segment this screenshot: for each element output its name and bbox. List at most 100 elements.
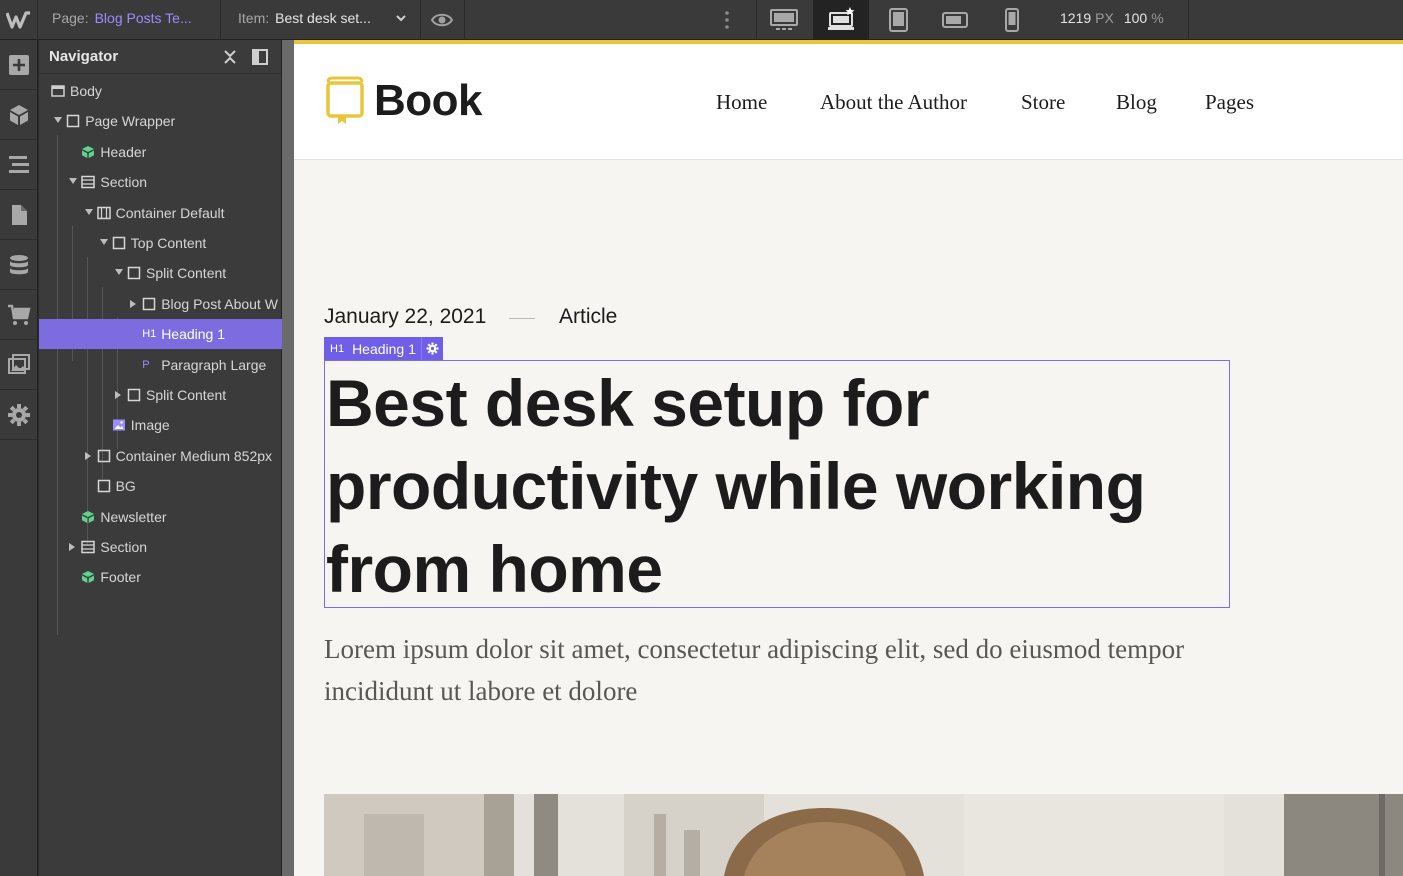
caret-down-icon[interactable] xyxy=(69,178,78,185)
pages-panel-button[interactable] xyxy=(0,190,38,240)
navigator-node-container-default[interactable]: Container Default xyxy=(39,198,282,228)
navigator-node-split-content[interactable]: Split Content xyxy=(39,380,282,410)
designer-topbar: Page: Blog Posts Te... Item: Best desk set… xyxy=(0,0,1403,40)
navigator-node-label: Blog Post About W xyxy=(161,295,278,312)
add-icon xyxy=(9,54,29,75)
div-element-icon xyxy=(97,479,110,493)
chevron-down-icon[interactable] xyxy=(394,11,408,25)
navigator-node-label: Split Content xyxy=(146,387,227,403)
navigator-node-image[interactable]: Image xyxy=(39,410,282,440)
navigator-node-paragraph-large[interactable]: P Paragraph Large xyxy=(39,350,282,380)
navigator-header: Navigator xyxy=(39,40,281,74)
symbol-element-icon xyxy=(82,510,95,523)
divider xyxy=(420,0,421,40)
caret-down-icon[interactable] xyxy=(54,117,63,124)
selected-element-tag[interactable]: H1 Heading 1 xyxy=(324,337,422,360)
navigator-node-body[interactable]: Body xyxy=(39,76,282,106)
menu-item-blog[interactable]: Blog xyxy=(1116,90,1157,115)
navigator-node-newsletter[interactable]: Newsletter xyxy=(39,502,282,532)
navigator-node-label: Image xyxy=(130,417,170,434)
menu-item-about-the-author[interactable]: About the Author xyxy=(820,90,967,115)
cms-item-label: Item: xyxy=(238,10,270,26)
cms-item-selector[interactable]: Item: Best desk set... xyxy=(238,10,371,26)
body-element-icon xyxy=(51,85,65,97)
breakpoint-mobile-landscape[interactable] xyxy=(927,0,983,40)
webflow-logo[interactable] xyxy=(0,0,38,40)
cms-panel-button[interactable] xyxy=(0,240,38,290)
more-vertical-icon[interactable] xyxy=(720,8,734,32)
navigator-node-blog-post-about-w[interactable]: Blog Post About W xyxy=(39,289,282,319)
collapse-all-icon[interactable] xyxy=(223,49,237,65)
breakpoint-tablet[interactable] xyxy=(870,0,926,40)
components-panel-button[interactable] xyxy=(0,90,38,140)
navigator-node-label: Section xyxy=(100,539,148,555)
symbol-element-icon xyxy=(82,145,95,158)
navigator-node-container-medium-852px[interactable]: Container Medium 852px xyxy=(39,441,282,471)
page-selector-value: Blog Posts Te... xyxy=(94,10,192,26)
dock-panel-icon[interactable] xyxy=(252,49,268,65)
navigator-scrollbar[interactable] xyxy=(282,40,294,876)
post-lead-paragraph[interactable]: Lorem ipsum dolor sit amet, consectetur … xyxy=(324,628,1204,712)
div-element-icon xyxy=(127,388,141,402)
navigator-node-header[interactable]: Header xyxy=(39,137,282,167)
navigator-node-label: Page Wrapper xyxy=(85,113,176,130)
page-selector[interactable]: Page: Blog Posts Te... xyxy=(52,10,192,26)
add-panel-button[interactable] xyxy=(0,40,38,90)
navigator-node-label: Container Medium 852px xyxy=(115,447,273,464)
settings-panel-button[interactable] xyxy=(0,390,38,440)
div-element-icon xyxy=(97,449,110,463)
assets-panel-button[interactable] xyxy=(0,340,38,390)
navigator-panel-button[interactable] xyxy=(0,140,38,190)
navigator-node-top-content[interactable]: Top Content xyxy=(39,228,282,258)
navigator-node-label: Container Default xyxy=(115,204,225,221)
tablet-icon xyxy=(889,8,908,32)
caret-right-icon[interactable] xyxy=(84,451,91,460)
navigator-icon xyxy=(9,155,29,173)
navigator-node-section[interactable]: Section xyxy=(39,167,282,197)
navigator-node-bg[interactable]: BG xyxy=(39,471,282,501)
shopping-cart-icon xyxy=(8,304,31,325)
symbol-element-icon xyxy=(82,571,95,584)
navigator-node-heading-1[interactable]: H1 Heading 1 xyxy=(39,319,282,350)
site-header[interactable]: Book Home About the Author Store Blog Pa… xyxy=(294,44,1403,160)
menu-item-home[interactable]: Home xyxy=(716,90,767,115)
navigator-node-section[interactable]: Section xyxy=(39,532,282,562)
navigator-node-page-wrapper[interactable]: Page Wrapper xyxy=(39,106,282,136)
navigator-node-label: Footer xyxy=(100,569,141,586)
components-icon xyxy=(10,104,28,125)
post-hero-image[interactable] xyxy=(324,794,1403,876)
hero-photo-graphic xyxy=(324,794,1403,876)
navigator-node-label: Section xyxy=(100,174,148,191)
caret-down-icon[interactable] xyxy=(84,208,93,215)
div-element-icon xyxy=(66,115,80,128)
caret-right-icon[interactable] xyxy=(69,543,76,551)
caret-down-icon[interactable] xyxy=(99,239,108,245)
brand-logo[interactable]: Book xyxy=(324,76,483,126)
preview-eye-icon[interactable] xyxy=(430,9,454,31)
post-headline[interactable]: Best desk setup for productivity while w… xyxy=(326,362,1226,611)
design-canvas[interactable]: Book Home About the Author Store Blog Pa… xyxy=(294,40,1403,876)
desktop-base-star-icon xyxy=(828,7,855,30)
menu-item-store[interactable]: Store xyxy=(1021,90,1065,115)
breakpoint-desktop-large[interactable] xyxy=(756,0,812,40)
element-settings-button[interactable] xyxy=(421,337,443,360)
h1-mark-icon: H1 xyxy=(330,342,345,355)
post-date[interactable]: January 22, 2021 xyxy=(324,305,486,329)
ecommerce-panel-button[interactable] xyxy=(0,290,38,340)
cms-item-value: Best desk set... xyxy=(275,10,371,26)
breakpoint-mobile-portrait[interactable] xyxy=(984,0,1040,40)
canvas-width-value: 1219 xyxy=(1060,10,1092,26)
desktop-large-icon xyxy=(770,9,798,30)
post-type[interactable]: Article xyxy=(559,305,617,329)
caret-right-icon[interactable] xyxy=(130,299,137,308)
navigator-node-footer[interactable]: Footer xyxy=(39,562,282,592)
caret-right-icon[interactable] xyxy=(115,391,121,399)
menu-item-pages[interactable]: Pages xyxy=(1205,90,1254,115)
assets-images-icon xyxy=(8,353,30,374)
caret-down-icon[interactable] xyxy=(115,269,123,276)
canvas-size-readout[interactable]: 1219 PX 100% xyxy=(1060,10,1174,26)
navigator-node-split-content[interactable]: Split Content xyxy=(39,258,282,288)
navigator-node-label: Split Content xyxy=(146,265,227,282)
breakpoint-desktop-base[interactable] xyxy=(813,0,869,40)
gear-icon xyxy=(8,403,30,426)
